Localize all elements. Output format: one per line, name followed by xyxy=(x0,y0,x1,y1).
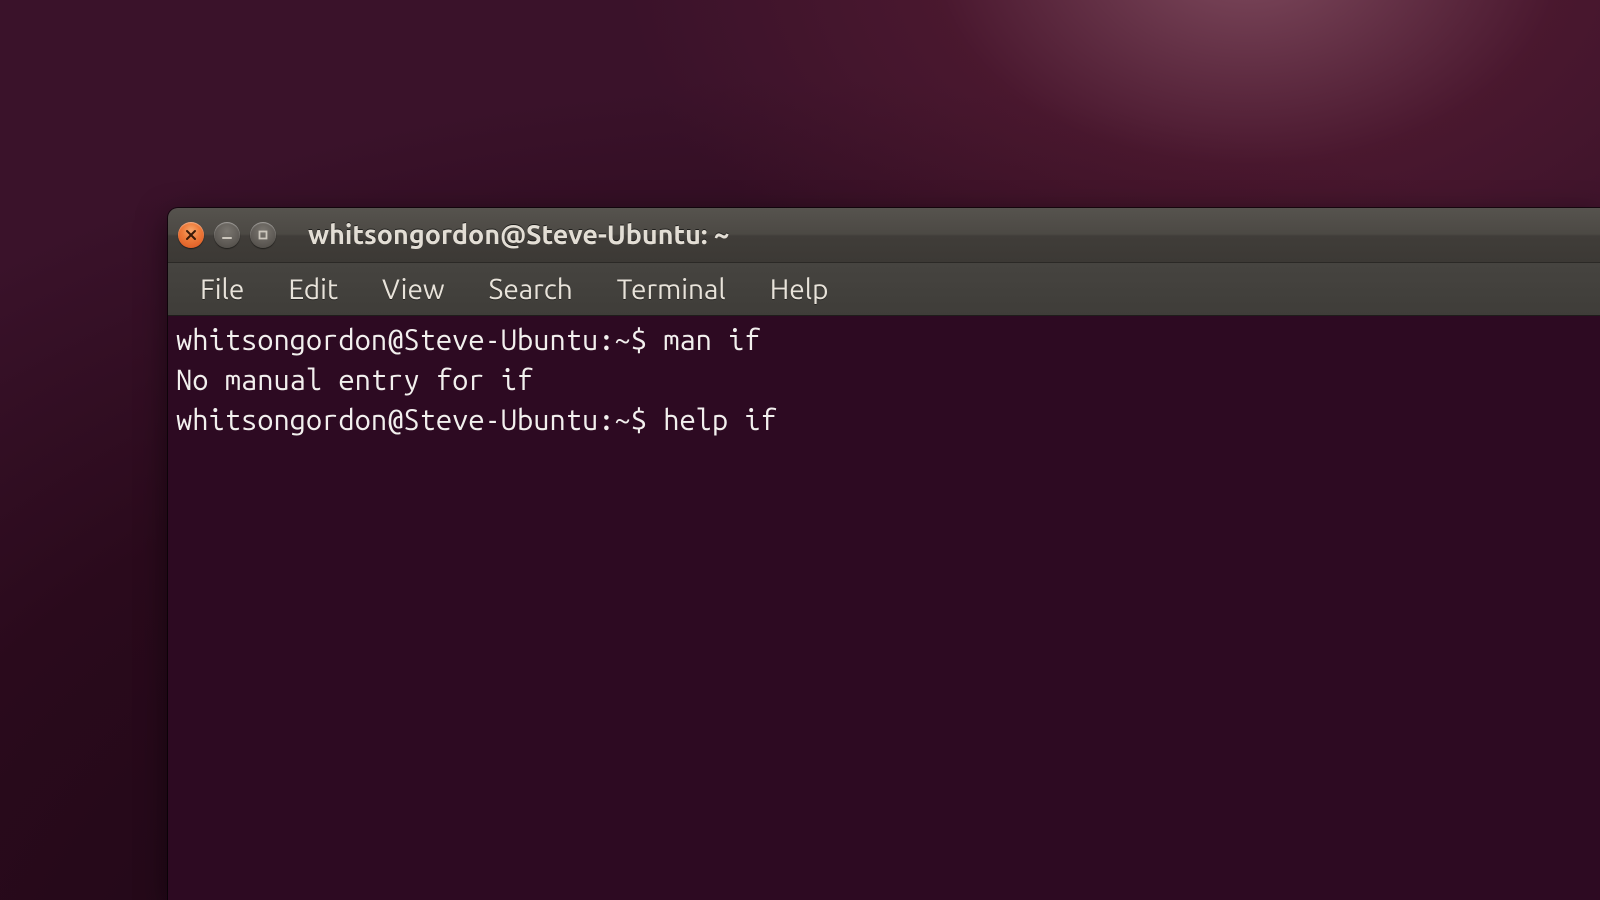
command-text: man if xyxy=(663,324,760,356)
close-button[interactable] xyxy=(178,222,204,248)
maximize-icon xyxy=(257,229,269,241)
output-text: No manual entry for if xyxy=(176,364,533,396)
terminal-line: whitsongordon@Steve-Ubuntu:~$ man if xyxy=(176,320,1592,360)
close-icon xyxy=(185,229,197,241)
maximize-button[interactable] xyxy=(250,222,276,248)
terminal-line: whitsongordon@Steve-Ubuntu:~$ help if xyxy=(176,400,1592,440)
menu-help[interactable]: Help xyxy=(748,268,851,311)
desktop-wallpaper: whitsongordon@Steve-Ubuntu: ~ File Edit … xyxy=(0,0,1600,900)
window-titlebar[interactable]: whitsongordon@Steve-Ubuntu: ~ xyxy=(168,208,1600,263)
menu-bar: File Edit View Search Terminal Help xyxy=(168,263,1600,316)
menu-file[interactable]: File xyxy=(178,268,266,311)
window-controls xyxy=(178,222,276,248)
terminal-line: No manual entry for if xyxy=(176,360,1592,400)
minimize-button[interactable] xyxy=(214,222,240,248)
menu-search[interactable]: Search xyxy=(467,268,595,311)
command-text: help if xyxy=(663,404,777,436)
menu-view[interactable]: View xyxy=(360,268,467,311)
window-title: whitsongordon@Steve-Ubuntu: ~ xyxy=(308,220,729,250)
minimize-icon xyxy=(221,229,233,241)
menu-terminal[interactable]: Terminal xyxy=(595,268,748,311)
terminal-window: whitsongordon@Steve-Ubuntu: ~ File Edit … xyxy=(168,208,1600,900)
terminal-output-area[interactable]: whitsongordon@Steve-Ubuntu:~$ man if No m… xyxy=(168,316,1600,900)
menu-edit[interactable]: Edit xyxy=(266,268,360,311)
prompt: whitsongordon@Steve-Ubuntu:~$ xyxy=(176,404,663,436)
prompt: whitsongordon@Steve-Ubuntu:~$ xyxy=(176,324,663,356)
